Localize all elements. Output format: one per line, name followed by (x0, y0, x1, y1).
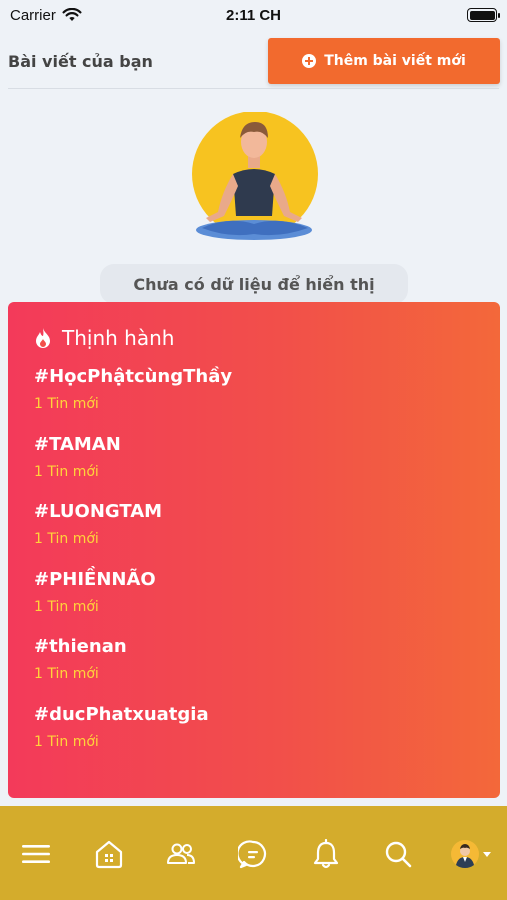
trending-card: Thịnh hành #HọcPhậtcùngThầy 1 Tin mới #T… (8, 302, 500, 798)
home-icon (95, 840, 122, 869)
trend-tag[interactable]: #LUONGTAM (34, 499, 474, 525)
trend-item[interactable]: #thienan 1 Tin mới (34, 634, 474, 702)
trend-count: 1 Tin mới (34, 463, 99, 480)
status-left: Carrier (10, 7, 82, 24)
trend-count: 1 Tin mới (34, 733, 99, 750)
trend-item[interactable]: #TAMAN 1 Tin mới (34, 432, 474, 500)
wifi-icon (62, 8, 82, 21)
nav-messages[interactable] (233, 836, 273, 872)
page-header: Bài viết của bạn Thêm bài viết mới (0, 34, 507, 88)
chevron-down-icon (482, 851, 491, 857)
nav-home[interactable] (89, 836, 129, 872)
nav-notifications[interactable] (306, 836, 346, 872)
add-post-label: Thêm bài viết mới (324, 53, 466, 69)
trend-count: 1 Tin mới (34, 666, 99, 682)
trend-count: 1 Tin mới (34, 396, 99, 412)
trending-title: Thịnh hành (62, 326, 175, 350)
nav-menu[interactable] (16, 836, 56, 872)
nav-profile[interactable] (450, 836, 491, 872)
trend-item[interactable]: #HọcPhậtcùngThầy 1 Tin mới (34, 364, 474, 432)
carrier-label: Carrier (10, 6, 56, 24)
trend-tag[interactable]: #HọcPhậtcùngThầy (34, 364, 474, 390)
chat-icon (238, 840, 267, 869)
bottom-nav (0, 806, 507, 900)
trend-item[interactable]: #PHIỀNNÃO 1 Tin mới (34, 567, 474, 635)
avatar (450, 840, 479, 868)
trend-tag[interactable]: #ducPhatxuatgia (34, 702, 474, 728)
meditation-illustration (192, 112, 318, 240)
header-divider (8, 88, 499, 89)
add-post-button[interactable]: Thêm bài viết mới (268, 38, 500, 84)
empty-message: Chưa có dữ liệu để hiển thị (100, 264, 408, 304)
battery-icon (467, 8, 500, 22)
trend-item[interactable]: #LUONGTAM 1 Tin mới (34, 499, 474, 567)
bell-icon (313, 839, 338, 869)
page-title: Bài viết của bạn (8, 51, 153, 71)
fire-icon (36, 328, 50, 348)
nav-search[interactable] (378, 836, 418, 872)
nav-friends[interactable] (161, 836, 201, 872)
search-icon (386, 841, 412, 868)
trend-item[interactable]: #ducPhatxuatgia 1 Tin mới (34, 702, 474, 770)
status-bar: Carrier 2:11 CH (0, 0, 507, 30)
trend-count: 1 Tin mới (34, 531, 99, 547)
users-icon (167, 843, 196, 864)
menu-icon (22, 845, 51, 863)
trend-tag[interactable]: #thienan (34, 634, 474, 660)
trend-count: 1 Tin mới (34, 598, 99, 615)
plus-circle-icon (302, 54, 317, 68)
trend-tag[interactable]: #PHIỀNNÃO (34, 567, 474, 593)
trending-header: Thịnh hành (34, 326, 474, 350)
trend-tag[interactable]: #TAMAN (34, 432, 474, 458)
